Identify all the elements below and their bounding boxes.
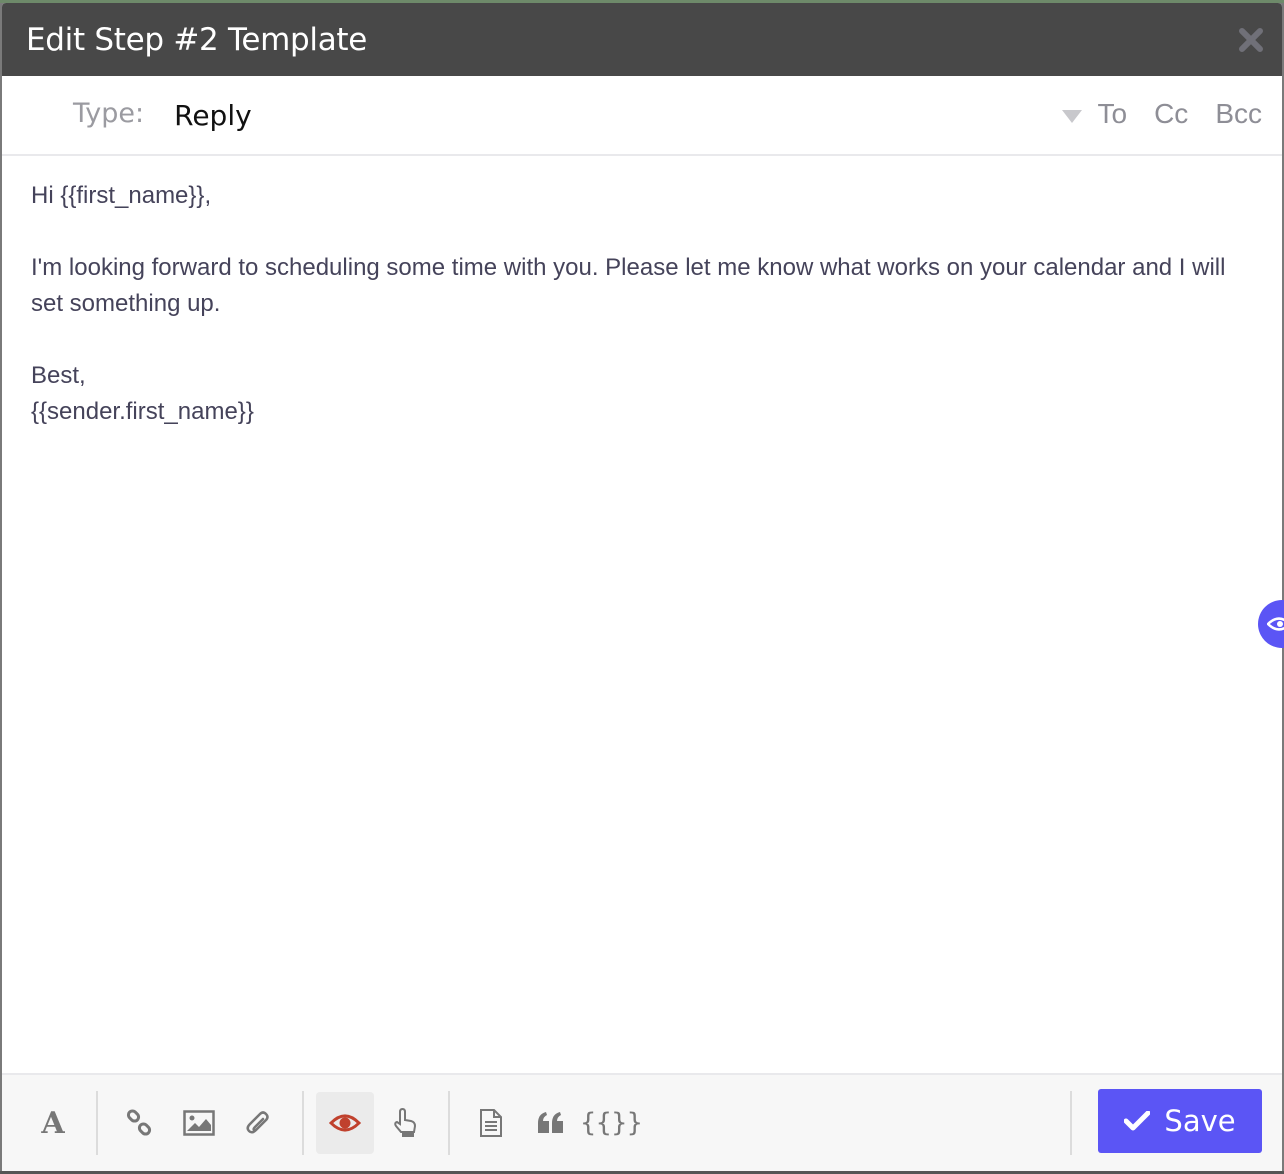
image-icon [183,1110,215,1136]
email-body-editor[interactable]: Hi {{first_name}}, I'm looking forward t… [2,156,1282,1073]
type-label: Type: [73,97,145,129]
recipient-fields: To Cc Bcc [1061,98,1262,130]
font-format-button[interactable]: A [24,1092,82,1154]
paperclip-icon [246,1111,269,1134]
toolbar-divider [302,1091,304,1155]
bcc-toggle[interactable]: Bcc [1215,98,1262,130]
body-line-signoff: Best, [31,362,86,389]
insert-snippet-button[interactable] [522,1092,580,1154]
type-select[interactable]: Reply [174,99,252,132]
eye-icon [329,1114,361,1132]
insert-variable-button[interactable]: {{}} [579,1092,643,1154]
quote-icon [538,1112,563,1133]
editor-toolbar: A {{}} Save [2,1073,1282,1171]
braces-icon: {{}} [579,1108,643,1138]
dropdown-caret-icon[interactable] [1061,109,1082,123]
checkmark-icon [1124,1111,1151,1131]
close-button[interactable] [1238,27,1264,53]
type-row: Type: Reply To Cc Bcc [2,76,1282,156]
save-label: Save [1164,1104,1236,1138]
document-icon [480,1109,502,1137]
to-toggle[interactable]: To [1098,98,1128,130]
track-opens-toggle[interactable] [316,1092,374,1154]
body-line-signature: {{sender.first_name}} [31,398,254,425]
body-line-greeting: Hi {{first_name}}, [31,182,212,209]
toolbar-divider [448,1091,450,1155]
body-line-message: I'm looking forward to scheduling some t… [31,254,1226,317]
toolbar-divider [96,1091,98,1155]
close-icon [1239,28,1263,52]
track-clicks-toggle[interactable] [376,1092,434,1154]
save-button[interactable]: Save [1098,1089,1262,1153]
pointer-hand-icon [394,1108,417,1137]
modal-header: Edit Step #2 Template [2,3,1282,76]
modal-title: Edit Step #2 Template [26,21,368,58]
insert-link-button[interactable] [110,1092,168,1154]
font-icon: A [41,1105,65,1141]
cc-toggle[interactable]: Cc [1154,98,1188,130]
edit-template-modal: Edit Step #2 Template Type: Reply To Cc … [2,3,1282,1171]
attach-file-button[interactable] [230,1092,288,1154]
insert-template-button[interactable] [462,1092,520,1154]
eye-icon [1267,617,1284,631]
link-icon [126,1109,152,1136]
insert-image-button[interactable] [170,1092,228,1154]
toolbar-divider [1070,1091,1072,1155]
